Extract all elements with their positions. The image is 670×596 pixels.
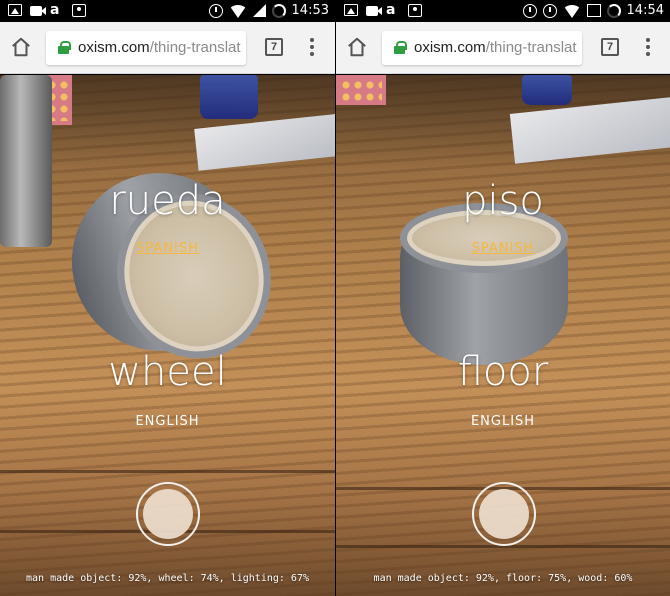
alarm-icon — [522, 3, 537, 18]
url-host: oxism.com — [78, 39, 150, 56]
status-bar: a 14:53 — [0, 0, 335, 22]
shutter-icon — [479, 489, 529, 539]
prediction-scores: man made object: 92%, floor: 75%, wood: … — [373, 573, 633, 584]
lock-icon — [58, 41, 71, 54]
translated-language-label: SPANISH — [471, 241, 535, 256]
video-notification-icon — [30, 6, 46, 16]
camera-view[interactable]: piso SPANISH floor ENGLISH man made obje… — [336, 75, 670, 596]
source-word: floor — [457, 349, 549, 395]
screen-left: a 14:53 oxism.com/thing-translat 7 rueda… — [0, 0, 335, 596]
background-box — [336, 75, 386, 105]
home-button[interactable] — [10, 36, 32, 58]
status-time: 14:54 — [626, 3, 664, 18]
url-host: oxism.com — [414, 39, 486, 56]
plank-seam — [0, 470, 335, 473]
background-paper — [509, 96, 670, 164]
background-paper — [194, 113, 335, 171]
battery-icon — [271, 3, 286, 18]
source-language: ENGLISH — [135, 414, 200, 429]
lock-icon — [394, 41, 407, 54]
no-signal-icon — [586, 4, 601, 17]
home-button[interactable] — [346, 36, 368, 58]
tabs-button[interactable]: 7 — [601, 38, 619, 56]
translated-language-link[interactable]: SPANISH — [0, 241, 335, 256]
menu-icon[interactable] — [643, 38, 653, 58]
background-glass — [200, 75, 258, 119]
image-notification-icon — [344, 4, 358, 16]
wifi-icon — [228, 4, 247, 18]
source-language: ENGLISH — [470, 414, 536, 429]
source-word: wheel — [108, 349, 227, 395]
prediction-scores: man made object: 92%, wheel: 74%, lighti… — [26, 573, 309, 584]
menu-icon[interactable] — [307, 38, 317, 58]
translated-language-label: SPANISH — [136, 241, 199, 256]
capture-button[interactable] — [136, 482, 200, 546]
maps-icon — [408, 3, 422, 17]
battery-icon — [606, 3, 621, 18]
url-path: /thing-translat — [485, 39, 577, 56]
amazon-icon: a — [50, 2, 60, 18]
alarm-icon — [542, 3, 557, 18]
video-notification-icon — [366, 6, 382, 16]
camera-view[interactable]: rueda SPANISH wheel ENGLISH man made obj… — [0, 75, 335, 596]
status-bar: a 14:54 — [336, 0, 670, 22]
translated-language-link[interactable]: SPANISH — [336, 241, 670, 256]
translated-word: rueda — [109, 178, 226, 224]
comparison-screens: a 14:53 oxism.com/thing-translat 7 rueda… — [0, 0, 670, 596]
alarm-icon — [208, 3, 223, 18]
url-text: oxism.com/thing-translat — [414, 39, 577, 56]
background-glass — [522, 75, 572, 105]
screen-right: a 14:54 oxism.com/thing-translat 7 piso … — [335, 0, 670, 596]
image-notification-icon — [8, 4, 22, 16]
browser-toolbar: oxism.com/thing-translat 7 — [336, 22, 670, 74]
signal-icon — [252, 4, 266, 17]
browser-toolbar: oxism.com/thing-translat 7 — [0, 22, 335, 74]
wifi-icon — [562, 4, 581, 18]
url-text: oxism.com/thing-translat — [78, 39, 241, 56]
amazon-icon: a — [386, 2, 396, 18]
tabs-button[interactable]: 7 — [265, 38, 283, 56]
url-field[interactable]: oxism.com/thing-translat — [46, 31, 246, 65]
shutter-icon — [143, 489, 193, 539]
translated-word: piso — [462, 178, 544, 224]
url-path: /thing-translat — [149, 39, 241, 56]
url-field[interactable]: oxism.com/thing-translat — [382, 31, 582, 65]
maps-icon — [72, 3, 86, 17]
capture-button[interactable] — [472, 482, 536, 546]
home-icon — [348, 37, 366, 57]
status-time: 14:53 — [291, 3, 329, 18]
home-icon — [12, 37, 30, 57]
